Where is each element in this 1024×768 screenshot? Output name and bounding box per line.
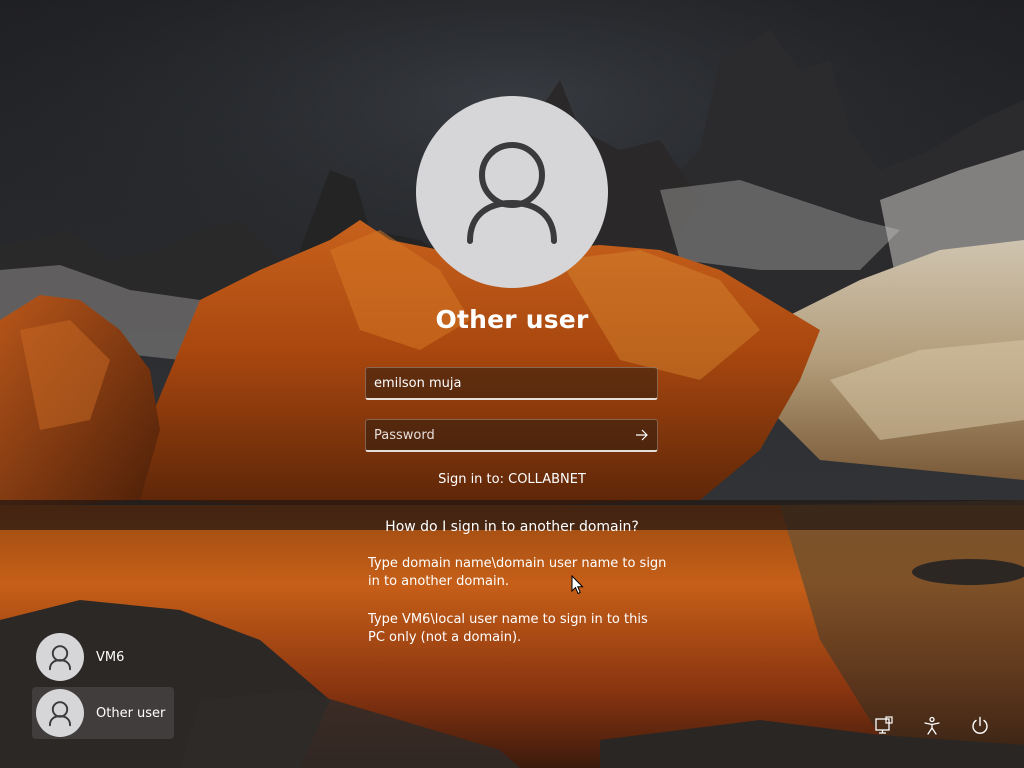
- tile-avatar: [36, 633, 84, 681]
- user-tile-label: Other user: [96, 705, 166, 721]
- user-tile-vm6[interactable]: VM6: [32, 631, 174, 683]
- accessibility-button[interactable]: [918, 712, 946, 740]
- arrow-right-icon: [636, 429, 648, 441]
- mouse-pointer-icon: [571, 575, 584, 595]
- accessibility-icon: [924, 716, 940, 735]
- tile-avatar: [36, 689, 84, 737]
- help-text-domain: Type domain name\domain user name to sig…: [368, 556, 667, 589]
- network-icon: [875, 716, 893, 734]
- user-tile-label: VM6: [96, 649, 125, 665]
- sign-in-domain-label: Sign in to: COLLABNET: [438, 472, 586, 487]
- user-tile-other-user[interactable]: Other user: [32, 687, 174, 739]
- other-domain-help-link[interactable]: How do I sign in to another domain?: [312, 519, 712, 535]
- network-button[interactable]: [870, 712, 898, 740]
- power-icon: [972, 716, 988, 734]
- submit-arrow-button[interactable]: [627, 420, 657, 450]
- power-button[interactable]: [966, 712, 994, 740]
- password-field[interactable]: Password: [365, 419, 658, 452]
- user-icon: [48, 644, 72, 670]
- user-avatar: [416, 96, 608, 288]
- display-name: Other user: [435, 305, 589, 334]
- user-icon: [48, 700, 72, 726]
- username-value: emilson muja: [374, 375, 462, 391]
- username-field[interactable]: emilson muja: [365, 367, 658, 400]
- help-text-local: Type VM6\local user name to sign in to t…: [368, 612, 648, 645]
- lock-screen: Other user emilson muja Password Sign in…: [0, 0, 1024, 768]
- user-icon: [467, 142, 557, 244]
- password-placeholder: Password: [374, 427, 435, 443]
